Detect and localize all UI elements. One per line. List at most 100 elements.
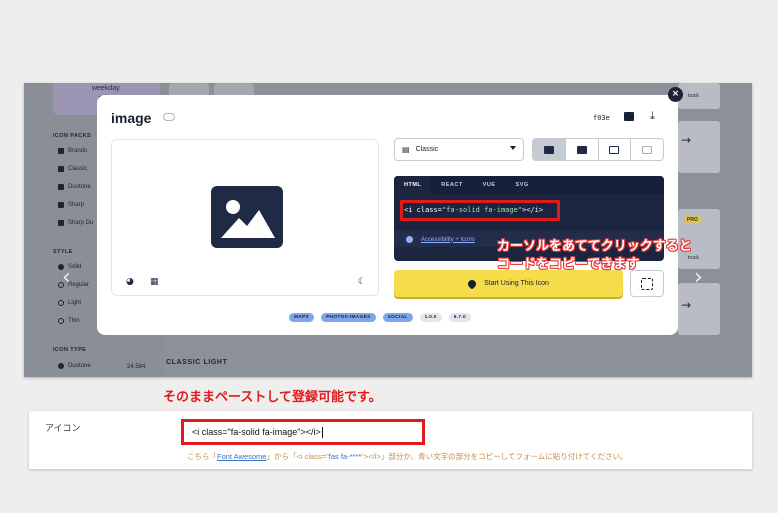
sidebar-item-duotone-type[interactable]: Duotone <box>58 363 91 369</box>
next-arrow-icon[interactable]: › <box>694 265 703 290</box>
image-icon <box>211 186 283 248</box>
help-suffix: "></i>」部分か、青い文字の部分をコピーしてフォームに貼り付けてください。 <box>361 452 628 461</box>
accessibility-link-label: Accessibility + Icons <box>421 236 475 243</box>
icon-count: 24,584 <box>127 364 146 370</box>
icon-input-value: <i class="fa-solid fa-image"></i> <box>192 427 321 437</box>
text-caret <box>321 427 323 439</box>
bg-card <box>678 121 720 173</box>
sidebar-item-duotone[interactable]: Duotone <box>58 184 91 190</box>
flag-icon <box>58 148 64 154</box>
tab-react[interactable]: REACT <box>431 176 472 194</box>
prev-arrow-icon[interactable]: ‹ <box>62 265 71 290</box>
pro-badge: PRO <box>684 216 701 224</box>
icon-detail-modal: image f03e ⤓ ◕ ▦ ☾ ▤ Classic HTML REACT … <box>97 95 678 335</box>
start-using-button[interactable]: Start Using This Icon <box>394 270 623 297</box>
sidebar-item-label: Sharp Du <box>68 220 94 226</box>
tab-svg[interactable]: SVG <box>506 176 539 194</box>
accessibility-link[interactable]: Accessibility + Icons <box>406 236 475 243</box>
paste-note: そのままペーストして登録可能です。 <box>163 389 382 404</box>
promo-text-1: weekday. <box>91 85 122 92</box>
sharp-duotone-icon <box>58 220 64 226</box>
tag-list: MAPS PHOTOS-IMAGES SOCIAL 1.0.0 6.7.0 <box>289 313 471 322</box>
house-icon <box>58 166 64 172</box>
tag-photos-images[interactable]: PHOTOS-IMAGES <box>321 313 376 322</box>
sharp-icon <box>58 202 64 208</box>
duotone-icon <box>58 363 64 369</box>
icon-packs-heading: ICON PACKS <box>53 133 92 139</box>
sidebar-item-label: Regular <box>68 282 90 288</box>
unicode-value[interactable]: f03e <box>593 114 610 122</box>
image-thin-icon <box>642 145 653 154</box>
family-style-select[interactable]: ▤ Classic <box>394 138 524 161</box>
sidebar-item-label: Duotone <box>68 184 91 190</box>
icon-field-label: アイコン <box>45 423 81 433</box>
sidebar-item-thin[interactable]: Thin <box>58 318 80 324</box>
bg-card <box>678 83 720 109</box>
version-badge: 1.0.0 <box>419 313 442 322</box>
close-icon[interactable]: × <box>668 87 683 102</box>
palette-icon[interactable]: ◕ <box>126 277 134 287</box>
sidebar-item-label: Light <box>68 300 82 306</box>
tag-social[interactable]: SOCIAL <box>382 313 413 322</box>
image-solid-icon <box>543 145 554 154</box>
tab-html[interactable]: HTML <box>394 176 432 194</box>
code-tabs: HTML REACT VUE SVG <box>394 176 664 194</box>
family-style-value: Classic <box>415 146 439 153</box>
fontawesome-screenshot: weekday. ads v ICON PACKS Brands Classic… <box>24 83 752 377</box>
truck-label: truck <box>688 93 699 99</box>
style-variants <box>532 138 664 161</box>
download-icon[interactable]: ⤓ <box>650 109 655 123</box>
sidebar-item-light[interactable]: Light <box>58 300 81 306</box>
moon-icon[interactable]: ☾ <box>358 277 366 287</box>
help-mid: 」から「<i class=" <box>266 452 329 461</box>
image-download-icon[interactable] <box>624 112 634 121</box>
sidebar-item-sharp-duotone[interactable]: Sharp Du <box>58 220 93 226</box>
sidebar-item-label: Classic <box>68 166 88 172</box>
sidebar-item-label: Sharp <box>68 202 85 208</box>
start-using-label: Start Using This Icon <box>484 280 549 287</box>
sidebar-item-label: Duotone <box>68 363 91 369</box>
classic-icon: ▤ <box>402 145 410 154</box>
section-title: CLASSIC LIGHT <box>166 359 228 366</box>
image-regular-icon <box>576 145 587 154</box>
rocket-icon <box>466 277 478 290</box>
film-icon[interactable]: ▦ <box>150 277 159 287</box>
sidebar-item-label: Brands <box>68 148 88 154</box>
chevron-down-icon <box>510 146 516 150</box>
font-awesome-link[interactable]: Font Awesome <box>217 452 266 461</box>
icon-preview: ◕ ▦ ☾ <box>111 139 379 296</box>
icon-type-heading: ICON TYPE <box>53 347 87 353</box>
icon-title: image <box>111 110 152 126</box>
note-line-1: カーソルをあててクリックすると <box>497 238 692 253</box>
help-blue-text: fas fa-**** <box>328 452 362 461</box>
add-to-kit-button[interactable] <box>630 270 664 297</box>
variant-thin[interactable] <box>631 139 663 160</box>
sidebar-item-classic[interactable]: Classic <box>58 166 87 172</box>
link-icon[interactable] <box>163 113 175 121</box>
variant-light[interactable] <box>599 139 632 160</box>
sidebar-item-brands[interactable]: Brands <box>58 148 87 154</box>
note-line-2: コードをコピーできます <box>497 256 640 271</box>
version-badge: 6.7.0 <box>448 313 471 322</box>
variant-regular[interactable] <box>566 139 599 160</box>
icon-input[interactable]: <i class="fa-solid fa-image"></i> <box>181 419 425 445</box>
tab-vue[interactable]: VUE <box>473 176 506 194</box>
sidebar-item-label: Thin <box>68 318 80 324</box>
click-copy-note: カーソルをあててクリックすると コードをコピーできます <box>497 237 692 273</box>
sidebar-item-sharp[interactable]: Sharp <box>58 202 84 208</box>
variant-solid[interactable] <box>533 139 566 160</box>
code-highlight-box <box>400 200 560 221</box>
info-icon <box>406 236 413 243</box>
circle-thin-icon <box>58 318 64 324</box>
add-square-icon <box>641 278 653 290</box>
image-light-icon <box>609 145 620 154</box>
arrow-right-icon: → <box>681 298 692 312</box>
duotone-icon <box>58 184 64 190</box>
icon-field-help: こちら「Font Awesome」から「<i class="fas fa-***… <box>187 451 628 462</box>
help-prefix: こちら「 <box>187 452 217 461</box>
circle-light-icon <box>58 300 64 306</box>
arrow-right-icon: → <box>681 133 692 147</box>
tag-maps[interactable]: MAPS <box>289 313 315 322</box>
style-heading: STYLE <box>53 249 73 255</box>
icon-form: アイコン <i class="fa-solid fa-image"></i> こ… <box>29 411 752 469</box>
